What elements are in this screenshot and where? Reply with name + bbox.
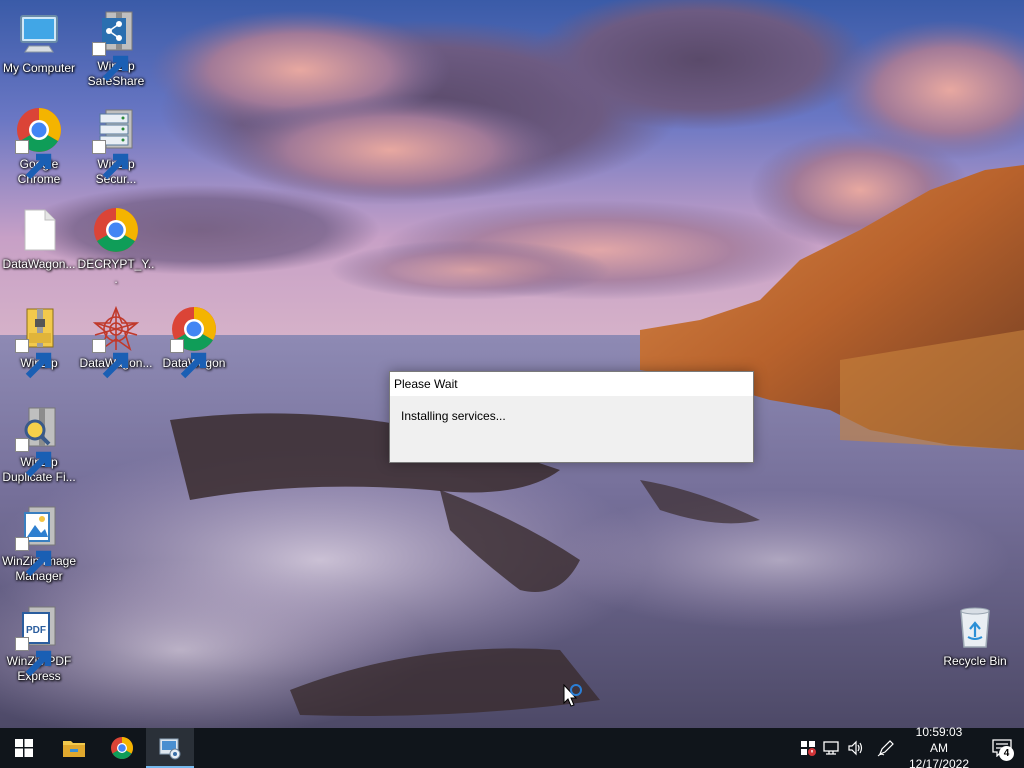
shortcut-arrow-icon <box>92 140 129 180</box>
desktop-icon-decrypt[interactable]: DECRYPT_Y... <box>77 206 155 287</box>
desktop-icon-winzip-image-manager[interactable]: WinZip Image Manager <box>0 503 78 584</box>
desktop-icon-winzip-secure-backup[interactable]: WinZip Secur... <box>77 106 155 187</box>
desktop-icon-winzip-duplicate-finder[interactable]: WinZip Duplicate Fi... <box>0 404 78 485</box>
desktop-icon-datawagon-star[interactable]: DataWagon... <box>77 305 155 379</box>
clock-time: 10:59:03 AM <box>915 725 963 755</box>
winzip-secure-backup-icon <box>92 106 140 180</box>
winzip-icon <box>15 305 63 379</box>
action-center-button[interactable]: 4 <box>980 728 1024 768</box>
desktop-icon-winzip-pdf-express[interactable]: PDF WinZip PDF Express <box>0 603 78 684</box>
blank-file-icon <box>15 206 63 254</box>
desktop-icon-label: DECRYPT_Y... <box>77 257 155 286</box>
desktop-icon-datawagon-file[interactable]: DataWagon... <box>0 206 78 272</box>
system-tray: 10:59:03 AM 12/17/2022 4 <box>796 725 1024 768</box>
dialog-title[interactable]: Please Wait <box>390 372 753 396</box>
volume-icon <box>848 740 863 756</box>
shortcut-arrow-icon <box>170 339 207 379</box>
chrome-icon <box>15 106 63 180</box>
tray-pen[interactable] <box>874 728 898 768</box>
tray-security[interactable] <box>796 728 820 768</box>
shortcut-arrow-icon <box>15 339 52 379</box>
pen-icon <box>877 740 894 757</box>
desktop-icon-winzip-safeshare[interactable]: WinZip SafeShare <box>77 8 155 89</box>
desktop-icon-winzip[interactable]: WinZip <box>0 305 78 379</box>
taskbar-installer[interactable] <box>146 728 194 768</box>
shortcut-arrow-icon <box>15 637 52 677</box>
shortcut-arrow-icon <box>92 339 129 379</box>
winzip-duplicate-finder-icon <box>15 404 63 478</box>
desktop-icon-recycle-bin[interactable]: Recycle Bin <box>936 603 1014 669</box>
desktop-icon-label: Recycle Bin <box>943 654 1007 668</box>
taskbar-chrome[interactable] <box>98 728 146 768</box>
taskbar-file-explorer[interactable] <box>50 728 98 768</box>
desktop-icon-datawagon[interactable]: DataWagon <box>155 305 233 379</box>
desktop-icon-my-computer[interactable]: My Computer <box>0 10 78 76</box>
shortcut-arrow-icon <box>15 537 52 577</box>
desktop-icon-google-chrome[interactable]: Google Chrome <box>0 106 78 187</box>
taskbar: 10:59:03 AM 12/17/2022 4 <box>0 725 1024 768</box>
dialog-message: Installing services... <box>401 409 506 423</box>
busy-cursor-icon <box>563 683 593 708</box>
chrome-icon <box>170 305 218 379</box>
please-wait-dialog: Please Wait Installing services... <box>389 371 754 463</box>
chrome-icon <box>111 737 133 759</box>
shortcut-arrow-icon <box>92 42 129 82</box>
installer-icon <box>159 738 181 760</box>
recycle-bin-icon <box>951 603 999 651</box>
network-icon <box>823 741 839 755</box>
security-shield-icon <box>801 741 816 756</box>
tray-network[interactable] <box>820 728 844 768</box>
winzip-pdf-icon: PDF <box>15 603 63 677</box>
shortcut-arrow-icon <box>15 140 52 180</box>
tray-volume[interactable] <box>844 728 868 768</box>
taskbar-clock[interactable]: 10:59:03 AM 12/17/2022 <box>898 724 980 768</box>
shortcut-arrow-icon <box>15 438 52 478</box>
desktop-icon-label: DataWagon... <box>2 257 76 271</box>
file-explorer-icon <box>63 741 85 757</box>
desktop-icon-label: My Computer <box>2 61 76 75</box>
winzip-safeshare-icon <box>92 8 140 82</box>
notification-count-badge: 4 <box>999 746 1014 761</box>
windows-start-icon <box>15 739 33 757</box>
start-button[interactable] <box>0 728 48 768</box>
winzip-image-manager-icon <box>15 503 63 577</box>
datawagon-star-icon <box>92 305 140 379</box>
computer-icon <box>15 10 63 58</box>
chrome-icon <box>92 206 140 254</box>
clock-date: 12/17/2022 <box>908 757 970 768</box>
svg-text:PDF: PDF <box>26 625 46 636</box>
